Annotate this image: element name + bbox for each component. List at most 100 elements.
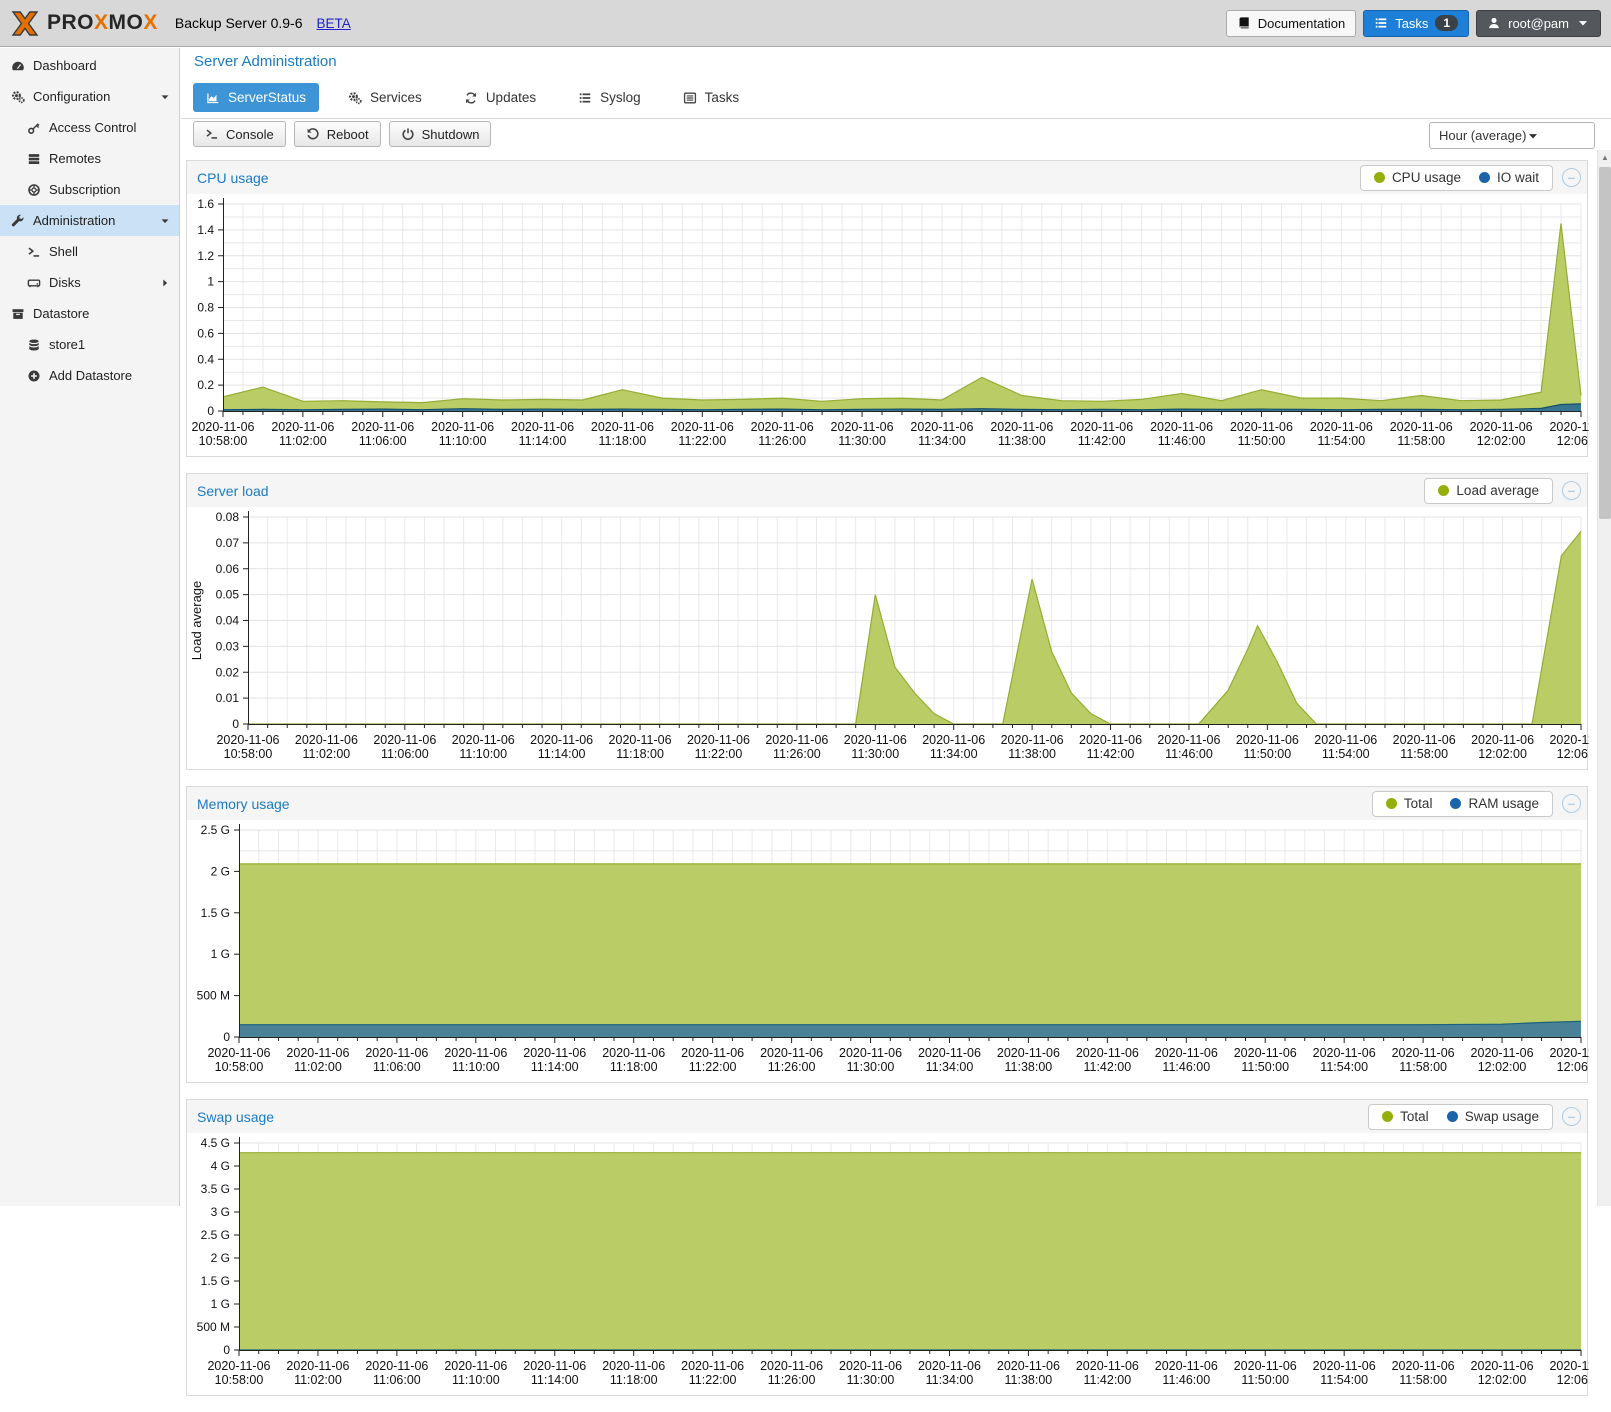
timeframe-select[interactable]: Hour (average): [1429, 122, 1595, 149]
sidebar-item-remotes[interactable]: Remotes: [0, 143, 179, 174]
svg-text:0.6: 0.6: [197, 326, 214, 340]
legend-entry-cpu-usage[interactable]: CPU usage: [1374, 170, 1461, 185]
svg-text:2020-11-06: 2020-11-06: [1070, 420, 1133, 434]
legend-entry-ram-usage[interactable]: RAM usage: [1450, 796, 1539, 811]
svg-text:1.2: 1.2: [197, 249, 214, 263]
legend-dot: [1479, 172, 1490, 183]
svg-text:0.06: 0.06: [216, 562, 240, 576]
legend-dot: [1438, 485, 1449, 496]
collapse-panel-icon[interactable]: –: [1562, 794, 1581, 813]
svg-text:2020-11-06: 2020-11-06: [602, 1359, 665, 1373]
legend-entry-load-average[interactable]: Load average: [1438, 483, 1539, 498]
svg-text:2020-11-06: 2020-11-06: [1471, 1359, 1534, 1373]
svg-text:2020-11-06: 2020-11-06: [1392, 1359, 1455, 1373]
svg-text:12:06:00: 12:06:00: [1557, 1373, 1589, 1387]
beta-link[interactable]: BETA: [317, 16, 351, 31]
svg-text:2020-11-06: 2020-11-06: [1471, 1046, 1534, 1060]
scrollbar-thumb[interactable]: [1599, 167, 1611, 519]
timeframe-value: Hour (average): [1439, 128, 1526, 143]
proxmox-x-icon: [10, 10, 40, 37]
svg-text:12:06:00: 12:06:00: [1557, 1060, 1589, 1074]
svg-text:11:38:00: 11:38:00: [998, 434, 1046, 448]
sidebar-item-store1[interactable]: store1: [0, 329, 179, 360]
svg-text:2020-11-06: 2020-11-06: [687, 733, 750, 747]
collapse-panel-icon[interactable]: –: [1562, 168, 1581, 187]
legend-entry-io-wait[interactable]: IO wait: [1479, 170, 1539, 185]
topbar-actions: Documentation Tasks 1 root@pam: [1226, 10, 1611, 37]
sidebar-item-add-datastore[interactable]: Add Datastore: [0, 360, 179, 391]
svg-text:10:58:00: 10:58:00: [224, 747, 273, 761]
tab-services[interactable]: Services: [335, 83, 435, 112]
svg-text:2020-11-06: 2020-11-06: [1313, 1046, 1376, 1060]
tab-tasks[interactable]: Tasks: [670, 83, 753, 112]
svg-text:11:50:00: 11:50:00: [1241, 1373, 1289, 1387]
scroll-up-arrow[interactable]: ▲: [1598, 150, 1611, 165]
svg-text:2020-11-06: 2020-11-06: [681, 1359, 744, 1373]
sidebar-item-subscription[interactable]: Subscription: [0, 174, 179, 205]
swap-usage-panel: Swap usage TotalSwap usage – 0500 M1 G1.…: [186, 1099, 1588, 1396]
legend-entry-swap-usage[interactable]: Swap usage: [1447, 1109, 1539, 1124]
sidebar-item-dashboard[interactable]: Dashboard: [0, 50, 179, 81]
sidebar-item-shell[interactable]: Shell: [0, 236, 179, 267]
svg-text:11:18:00: 11:18:00: [599, 434, 647, 448]
svg-text:2020-11-06: 2020-11-06: [511, 420, 574, 434]
sidebar-item-datastore[interactable]: Datastore: [0, 298, 179, 329]
svg-text:2.5 G: 2.5 G: [201, 823, 230, 837]
refresh-icon: [464, 91, 478, 105]
console-button[interactable]: Console: [193, 121, 286, 147]
svg-text:11:34:00: 11:34:00: [918, 434, 966, 448]
svg-text:11:18:00: 11:18:00: [610, 1373, 658, 1387]
svg-text:2020-11-06: 2020-11-06: [591, 420, 654, 434]
svg-text:2020-11-06: 2020-11-06: [1155, 1359, 1218, 1373]
svg-text:2020-11-06: 2020-11-06: [1471, 733, 1534, 747]
svg-text:2020-11-06: 2020-11-06: [1549, 1359, 1589, 1373]
dashboard-icon: [11, 59, 25, 73]
legend-label: Total: [1404, 796, 1433, 811]
svg-text:11:34:00: 11:34:00: [930, 747, 978, 761]
svg-text:2020-11-06: 2020-11-06: [1470, 420, 1533, 434]
legend-entry-total[interactable]: Total: [1386, 796, 1433, 811]
svg-text:2020-11-06: 2020-11-06: [751, 420, 814, 434]
tab-serverstatus[interactable]: ServerStatus: [193, 83, 319, 112]
svg-text:11:02:00: 11:02:00: [279, 434, 327, 448]
sidebar-item-administration[interactable]: Administration: [0, 205, 179, 236]
reboot-button[interactable]: Reboot: [294, 121, 381, 147]
chart-legend: Total RAM usage: [1372, 791, 1553, 817]
svg-text:11:06:00: 11:06:00: [373, 1373, 421, 1387]
collapse-panel-icon[interactable]: –: [1562, 1107, 1581, 1126]
svg-text:2020-11-06: 2020-11-06: [760, 1359, 823, 1373]
subscription-icon: [27, 183, 41, 197]
svg-text:3.5 G: 3.5 G: [201, 1182, 230, 1196]
svg-text:11:42:00: 11:42:00: [1087, 747, 1135, 761]
svg-text:11:26:00: 11:26:00: [768, 1373, 816, 1387]
svg-text:0: 0: [232, 717, 239, 731]
svg-text:11:46:00: 11:46:00: [1165, 747, 1213, 761]
sidebar-item-configuration[interactable]: Configuration: [0, 81, 179, 112]
svg-text:2020-11-06: 2020-11-06: [1390, 420, 1453, 434]
collapse-panel-icon[interactable]: –: [1562, 481, 1581, 500]
svg-text:2020-11-06: 2020-11-06: [365, 1046, 428, 1060]
sidebar-item-disks[interactable]: Disks: [0, 267, 179, 298]
vertical-scrollbar[interactable]: ▲: [1597, 150, 1611, 1206]
svg-text:Load average: Load average: [189, 581, 204, 661]
legend-dot: [1374, 172, 1385, 183]
svg-text:11:54:00: 11:54:00: [1317, 434, 1365, 448]
tab-syslog[interactable]: Syslog: [565, 83, 654, 112]
shutdown-button[interactable]: Shutdown: [389, 121, 492, 147]
tab-updates[interactable]: Updates: [451, 83, 549, 112]
documentation-button[interactable]: Documentation: [1226, 10, 1356, 37]
svg-text:11:58:00: 11:58:00: [1397, 434, 1445, 448]
svg-text:4.5 G: 4.5 G: [201, 1136, 230, 1150]
tasks-button[interactable]: Tasks 1: [1363, 10, 1469, 37]
svg-text:11:02:00: 11:02:00: [303, 747, 351, 761]
user-menu-button[interactable]: root@pam: [1476, 10, 1601, 37]
brand-text: PROXMOX: [47, 11, 158, 35]
sidebar-item-access-control[interactable]: Access Control: [0, 112, 179, 143]
svg-text:2020-11-06: 2020-11-06: [1079, 733, 1142, 747]
svg-text:2020-11-06: 2020-11-06: [918, 1046, 981, 1060]
legend-label: Load average: [1456, 483, 1539, 498]
svg-text:10:58:00: 10:58:00: [199, 434, 248, 448]
svg-text:11:10:00: 11:10:00: [439, 434, 487, 448]
key-icon: [27, 121, 41, 135]
legend-entry-total[interactable]: Total: [1382, 1109, 1429, 1124]
